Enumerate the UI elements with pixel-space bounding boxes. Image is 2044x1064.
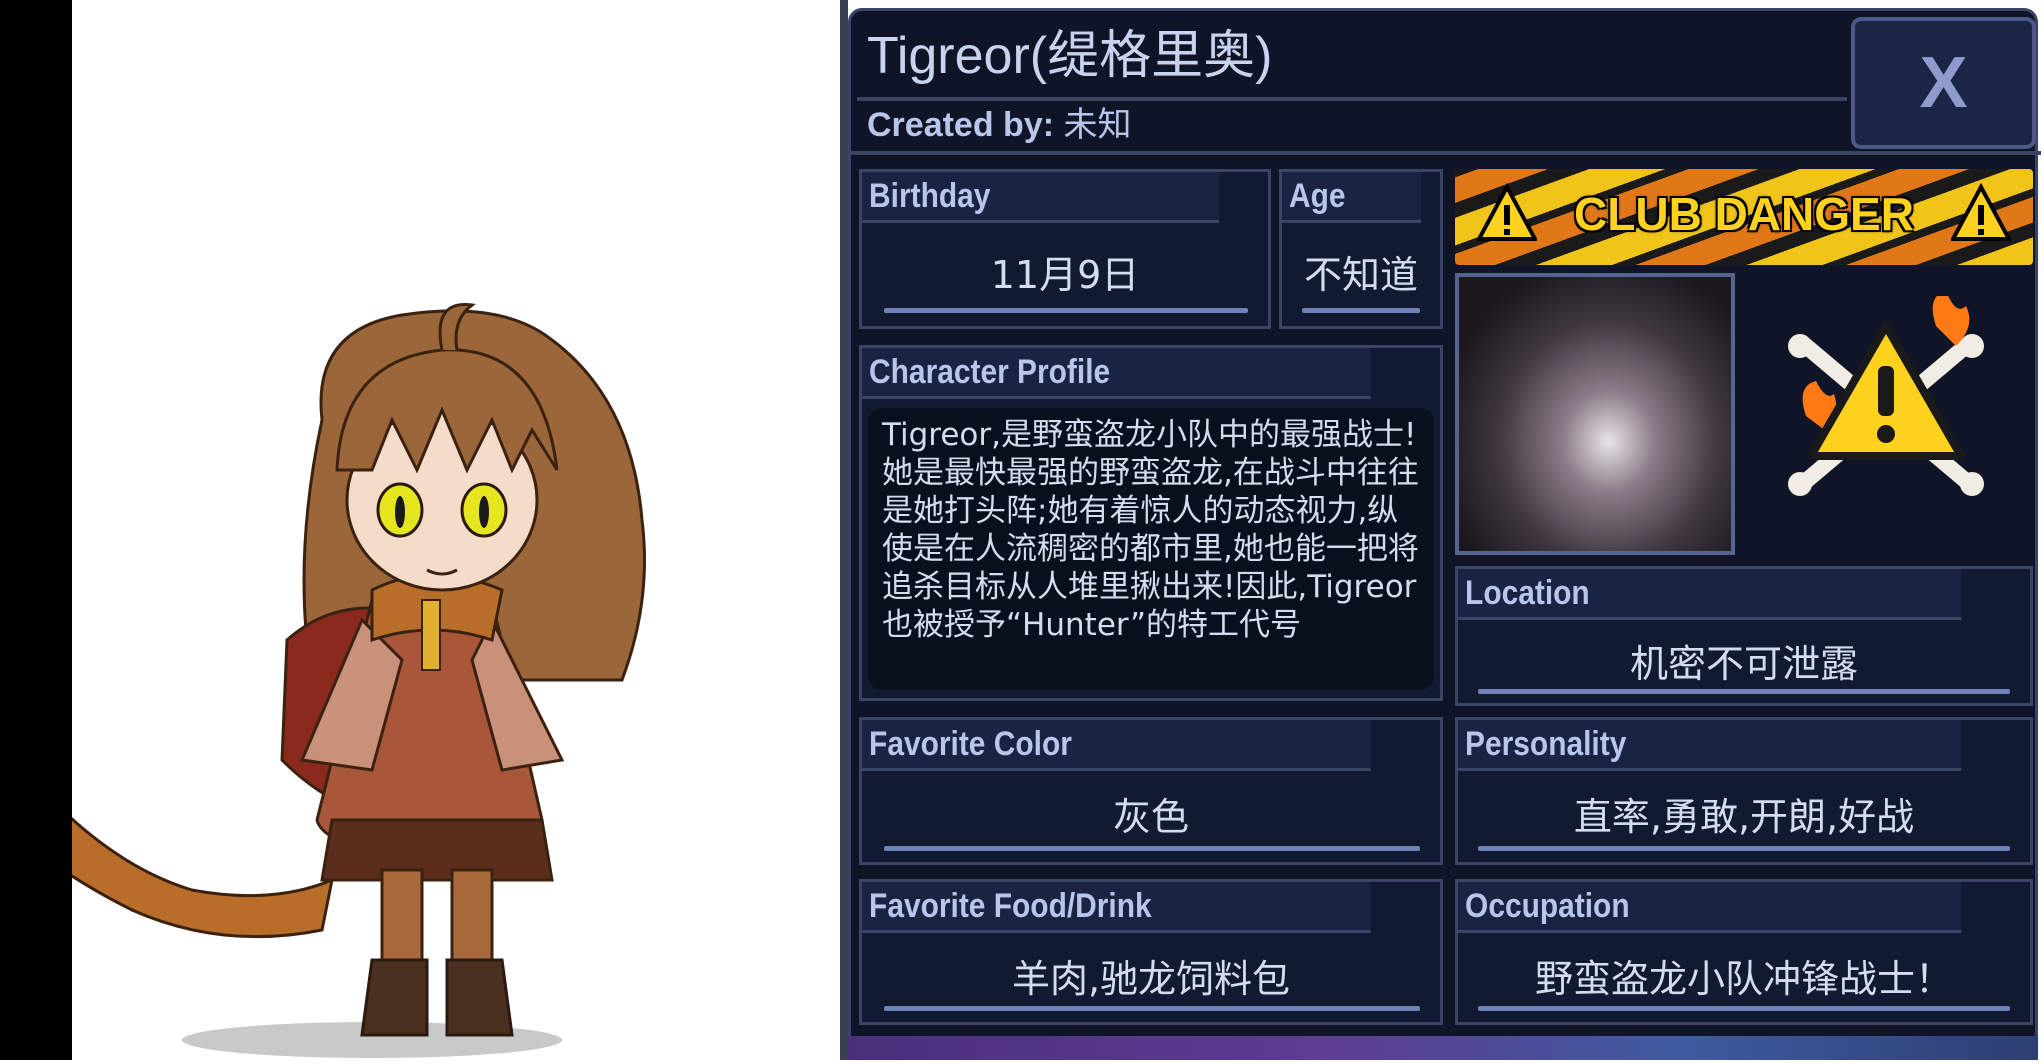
divider <box>840 0 848 1060</box>
right-boot <box>445 958 514 1037</box>
age-value: 不知道 <box>1303 253 1418 297</box>
occupation-value: 野蛮盗龙小队冲锋战士！ <box>1534 957 1953 1001</box>
favorite-color-label: Favorite Color <box>862 720 1371 771</box>
occupation-field[interactable]: Occupation 野蛮盗龙小队冲锋战士！ <box>1455 879 2033 1025</box>
character-info-panel: Tigreor(缇格里奥) Created by: 未知 X Birthday … <box>848 8 2041 1060</box>
favorite-food-field[interactable]: Favorite Food/Drink 羊肉,驰龙饲料包 <box>859 879 1443 1025</box>
birthday-underline <box>884 308 1248 313</box>
scarf-stripe <box>421 599 441 671</box>
club-danger-text: CLUB DANGER <box>1574 188 1914 240</box>
close-button[interactable]: X <box>1851 17 2036 149</box>
left-boot <box>360 958 429 1037</box>
location-label: Location <box>1458 569 1962 620</box>
personality-label: Personality <box>1458 720 1962 771</box>
profile-background-image[interactable] <box>1455 273 1735 555</box>
favorite-food-underline <box>884 1006 1420 1011</box>
character-profile-label: Character Profile <box>862 348 1371 399</box>
club-danger-banner: CLUB DANGER <box>1455 169 2033 265</box>
favorite-color-value: 灰色 <box>1112 795 1189 839</box>
left-black-strip <box>0 0 72 1060</box>
skirt-hem <box>320 818 554 882</box>
personality-field[interactable]: Personality 直率,勇敢,开朗,好战 <box>1455 717 2033 865</box>
favorite-food-label: Favorite Food/Drink <box>862 882 1371 933</box>
age-label: Age <box>1282 172 1422 223</box>
favorite-color-underline <box>884 846 1420 851</box>
age-underline <box>1302 308 1420 313</box>
location-field[interactable]: Location 机密不可泄露 <box>1455 566 2033 706</box>
close-icon: X <box>1919 43 1968 123</box>
created-by-value: 未知 <box>1063 106 1132 144</box>
occupation-underline <box>1478 1006 2010 1011</box>
danger-warning-icon <box>1788 296 1984 496</box>
favorite-food-value: 羊肉,驰龙饲料包 <box>1011 957 1291 1001</box>
title-divider <box>857 97 1847 101</box>
warning-icon <box>1951 183 2011 241</box>
character-stage <box>0 0 840 1060</box>
personality-underline <box>1478 846 2010 851</box>
age-field[interactable]: Age 不知道 <box>1279 169 1443 329</box>
occupation-label: Occupation <box>1458 882 1962 933</box>
personality-value: 直率,勇敢,开朗,好战 <box>1573 795 1915 839</box>
birthday-value: 11月9日 <box>990 253 1140 297</box>
created-by-label: Created by: <box>867 106 1055 144</box>
character-profile-field[interactable]: Character Profile Tigreor,是野蛮盗龙小队中的最强战士!… <box>859 345 1443 701</box>
location-underline <box>1478 689 2010 694</box>
bottom-ribbon <box>848 1036 2038 1060</box>
location-value: 机密不可泄露 <box>1629 642 1858 686</box>
character-profile-text: Tigreor,是野蛮盗龙小队中的最强战士!她是最快最强的野蛮盗龙,在战斗中往往… <box>868 408 1434 690</box>
character-avatar <box>0 303 646 1058</box>
favorite-color-field[interactable]: Favorite Color 灰色 <box>859 717 1443 865</box>
birthday-field[interactable]: Birthday 11月9日 <box>859 169 1271 329</box>
birthday-label: Birthday <box>862 172 1220 223</box>
header-divider <box>851 151 2041 155</box>
created-by: Created by: 未知 <box>867 103 1132 147</box>
character-name: Tigreor(缇格里奥) <box>867 27 1273 85</box>
